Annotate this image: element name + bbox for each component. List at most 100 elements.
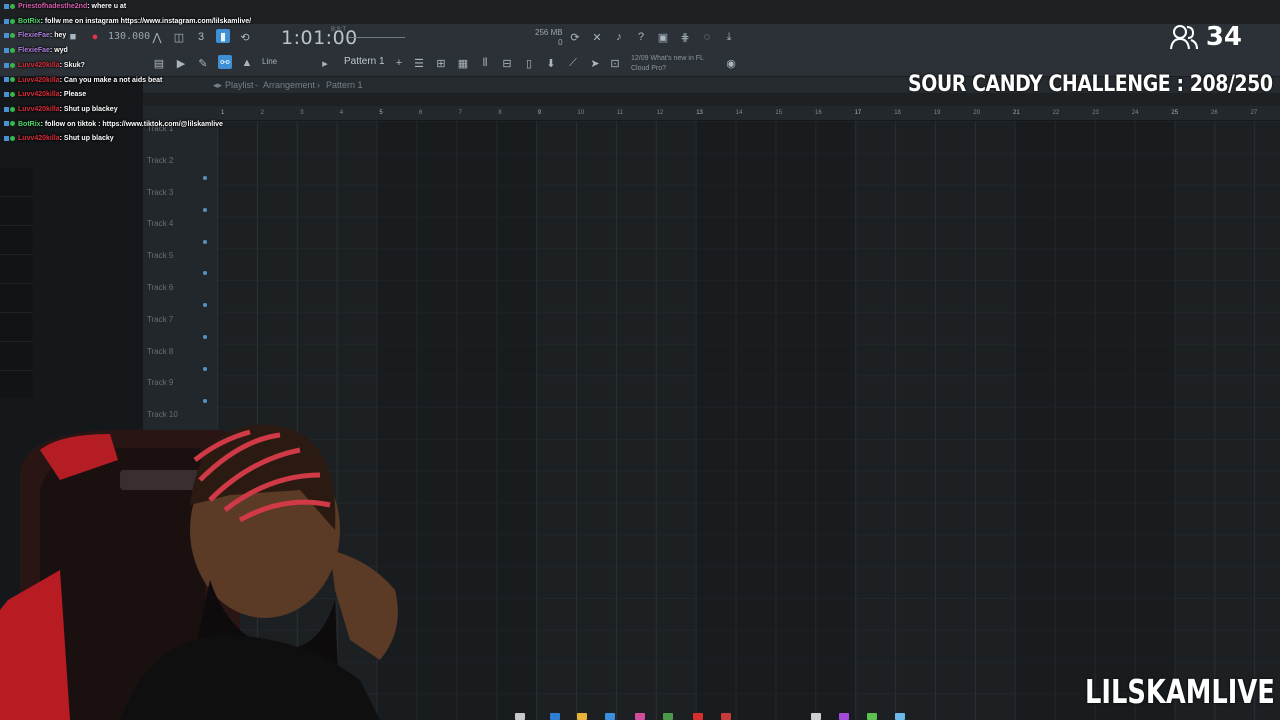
tempo-display[interactable]: 130.000	[108, 31, 150, 42]
chat-badge-icon	[4, 33, 18, 39]
download-icon[interactable]: ⤓	[722, 30, 736, 44]
ruler-bar-number: 12	[656, 110, 664, 116]
taskbar-app-icon[interactable]	[663, 713, 673, 720]
chat-username[interactable]: Luvv420killa	[18, 91, 60, 98]
metronome-icon[interactable]: ⋀	[150, 30, 164, 44]
chat-username[interactable]: Priestofhadesthe2nd	[18, 3, 87, 10]
chat-username[interactable]: FlexieFae	[18, 47, 50, 54]
chat-username[interactable]: BotRix	[18, 121, 41, 128]
track-label[interactable]: Track 8	[147, 347, 173, 356]
chat-badge-icon	[4, 121, 18, 127]
track-label[interactable]: Track 6	[147, 283, 173, 292]
taskbar-app-icon[interactable]	[515, 713, 525, 720]
ruler-bar-number: 21	[1013, 110, 1020, 116]
taskbar-app-icon[interactable]	[550, 713, 560, 720]
track-label[interactable]: Track 4	[147, 219, 173, 228]
browser-icon[interactable]: ⊟	[500, 56, 514, 70]
ruler-bar-number: 10	[577, 110, 585, 116]
chat-text: : hey	[49, 32, 67, 40]
chat-username[interactable]: Luvv420killa	[18, 62, 60, 69]
close-plugin-icon[interactable]: ✕	[590, 30, 604, 44]
master-volume-slider[interactable]	[348, 37, 405, 38]
taskbar-app-icon[interactable]	[895, 713, 905, 720]
record-icon[interactable]: ●	[88, 30, 102, 44]
chat-icon[interactable]: ◌	[700, 30, 714, 44]
chat-username[interactable]: BotRix	[18, 18, 41, 25]
track-enable-dot[interactable]	[203, 239, 207, 244]
cart-icon[interactable]: ⊡	[608, 56, 622, 70]
ruler-bar-number: 18	[894, 110, 901, 116]
taskbar-app-icon[interactable]	[693, 713, 703, 720]
pin-icon[interactable]: ⬇	[544, 56, 558, 70]
chat-text: : follw me on instagram https://www.inst…	[40, 17, 252, 25]
whats-new-date: 12/09	[631, 55, 649, 62]
track-label[interactable]: Track 5	[147, 251, 173, 260]
pencil-icon[interactable]: ✎	[196, 56, 210, 70]
track-enable-dot[interactable]	[203, 176, 207, 180]
ruler-bar-number: 9	[537, 110, 542, 116]
loop-record-icon[interactable]: ⟲	[238, 30, 252, 44]
track-enable-dot[interactable]	[203, 335, 207, 339]
track-enable-dot[interactable]	[203, 366, 207, 371]
chat-username[interactable]: Luvv420killa	[18, 77, 60, 84]
timeline-ruler[interactable]: 1 2 3 4 5 6 7 8 9 10 11 12 13 14 15 16 17 18 19 20 21 22 23 24 2…	[217, 106, 1280, 121]
piano-roll-icon[interactable]: ⊞	[434, 56, 448, 70]
countdown-icon[interactable]: 3	[194, 30, 208, 44]
mixer-icon[interactable]: ⋕	[678, 30, 692, 44]
save-icon[interactable]: ▣	[656, 30, 670, 44]
link-icon[interactable]: ⚯	[218, 55, 232, 69]
globe-icon[interactable]: ◉	[724, 56, 738, 70]
taskbar-app-icon[interactable]	[811, 713, 821, 720]
stop-icon[interactable]: ■	[66, 30, 80, 44]
taskbar-app-icon[interactable]	[635, 713, 645, 720]
track-label[interactable]: Track 7	[147, 315, 173, 324]
track-label[interactable]: Track 10	[147, 410, 178, 419]
breadcrumb-item-2[interactable]: Pattern 1	[326, 80, 363, 90]
mixer-toggle-icon[interactable]: ⫴	[478, 56, 492, 70]
mic-icon[interactable]: ♪	[612, 30, 626, 44]
breadcrumb-item-0[interactable]: Playlist	[225, 80, 254, 90]
wait-input-icon[interactable]: ◫	[172, 30, 186, 44]
chat-username[interactable]: Luvv420killa	[18, 106, 60, 113]
breadcrumb-arrow-icon[interactable]: ◂▸	[213, 80, 222, 91]
folder-icon[interactable]	[577, 713, 587, 720]
ruler-bar-number: 27	[1250, 110, 1258, 116]
plugin-icon[interactable]: ▯	[522, 56, 536, 70]
play-arrow-icon[interactable]: ▶	[174, 56, 188, 70]
step-edit-icon[interactable]: ▮	[216, 29, 230, 43]
snap-mode[interactable]: Line	[262, 57, 277, 66]
track-label[interactable]: Track 2	[147, 156, 173, 165]
playlist-icon[interactable]: ☰	[412, 56, 426, 70]
whats-new-panel[interactable]: 12/09 What's new in FL Cloud Pro?	[631, 54, 704, 74]
channel-rack-icon[interactable]: ▦	[456, 56, 470, 70]
taskbar-app-icon[interactable]	[839, 713, 849, 720]
tools-icon[interactable]: ⟋	[566, 56, 580, 70]
pattern-selector[interactable]: Pattern 1	[344, 56, 392, 71]
stamp-icon[interactable]: ▲	[240, 56, 254, 70]
memory-line-1: 256 MB	[535, 28, 563, 37]
track-label[interactable]: Track 3	[147, 188, 173, 197]
track-enable-dot[interactable]	[203, 398, 207, 403]
taskbar-app-icon[interactable]	[605, 713, 615, 720]
viewers-icon	[1169, 25, 1198, 50]
chat-text: : Can you make a not aids beat	[59, 76, 163, 84]
ruler-bar-number: 17	[854, 110, 862, 116]
help-icon[interactable]: ?	[634, 30, 648, 44]
chat-badge-icon	[4, 47, 18, 53]
taskbar-app-icon[interactable]	[867, 713, 877, 720]
breadcrumb-item-1[interactable]: Arrangement	[263, 80, 315, 90]
taskbar	[415, 712, 915, 720]
pattern-arrow-icon[interactable]: ▸	[318, 56, 332, 70]
taskbar-app-icon[interactable]	[721, 713, 731, 720]
chat-username[interactable]: FlexieFae	[18, 32, 50, 39]
keyboard-icon[interactable]: ▤	[152, 56, 166, 70]
chat-username[interactable]: Luvv420killa	[18, 135, 60, 142]
track-enable-dot[interactable]	[203, 207, 207, 212]
cpu-icon[interactable]: ⟳	[568, 30, 582, 44]
add-pattern-icon[interactable]: +	[392, 56, 406, 70]
channel-rack-strip	[0, 168, 33, 398]
arrow-icon[interactable]: ➤	[588, 56, 602, 70]
track-label[interactable]: Track 9	[147, 378, 173, 387]
ruler-bar-number: 6	[419, 110, 423, 116]
chat-text: : wyd	[49, 47, 68, 55]
